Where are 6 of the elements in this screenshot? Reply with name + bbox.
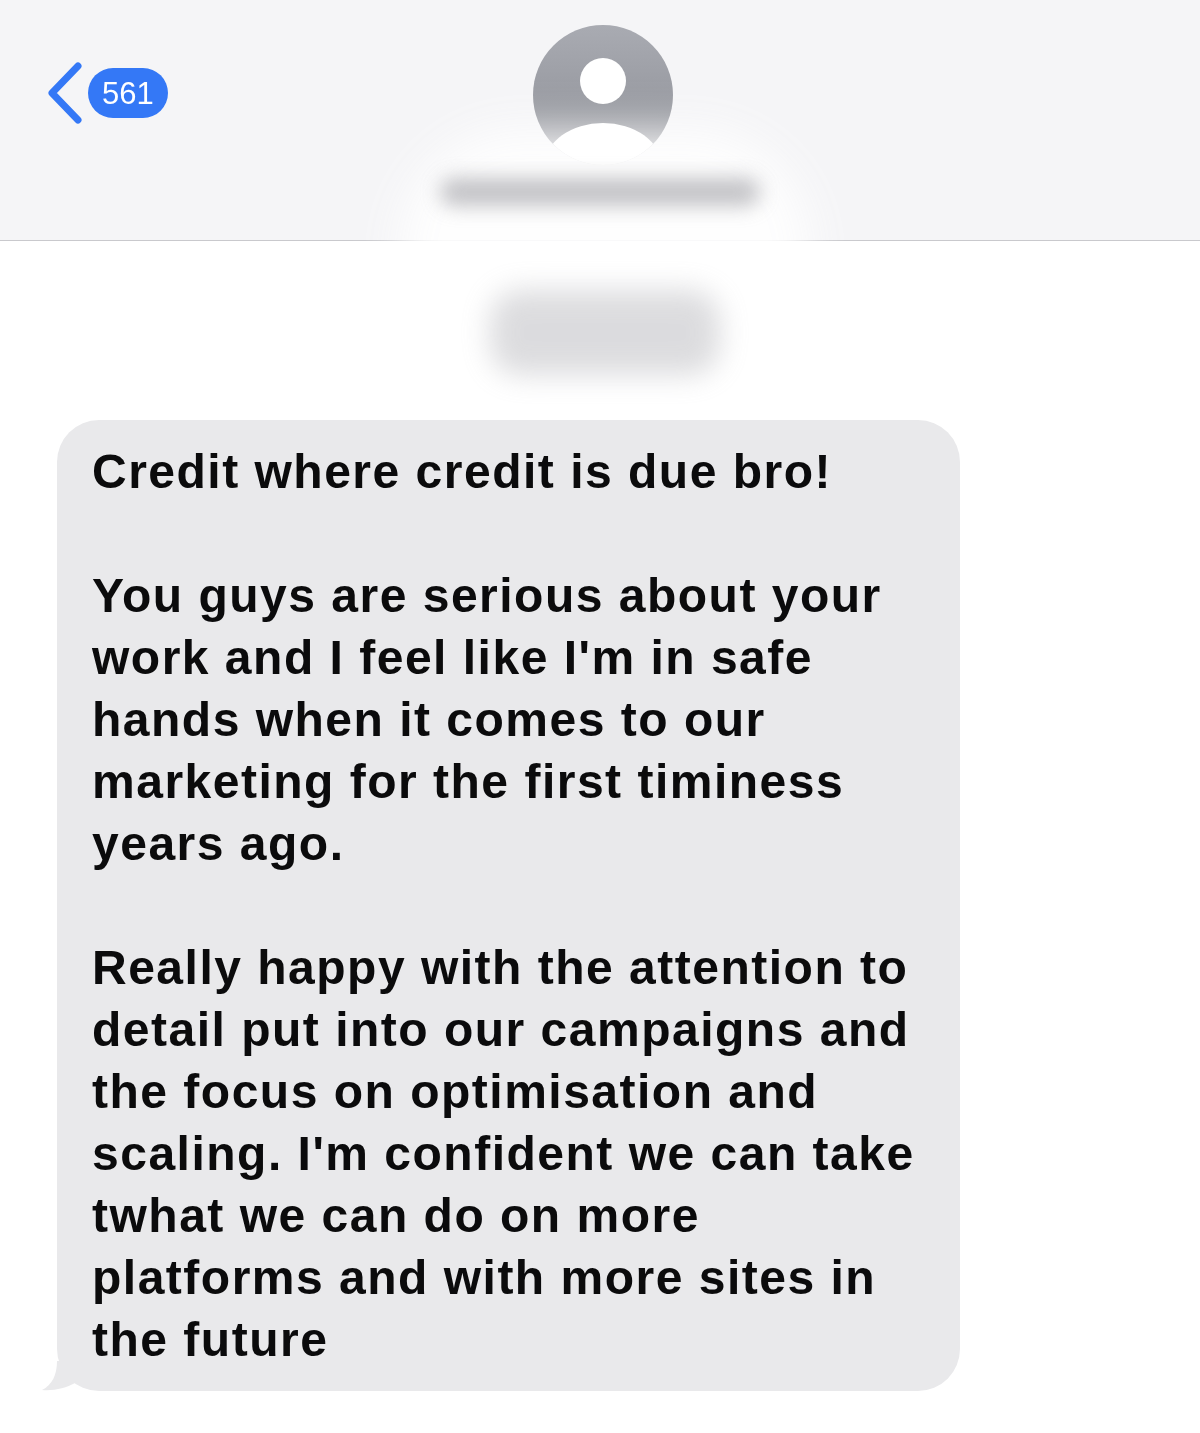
- chevron-left-icon: [46, 62, 84, 124]
- message-text: Really happy with the attention to detail put into our campaigns and the focus on optimisation and scaling. I'm confident we can take twhat we can do on more platforms and with more sites in the future: [92, 940, 916, 1368]
- message-text: You guys are serious about your work and I feel like I'm in safe hands when it comes to our marketing for the first timiness years ago.: [92, 568, 883, 872]
- message-text: Credit where credit is due bro!: [92, 444, 833, 500]
- back-button[interactable]: 561: [46, 62, 168, 124]
- unread-count-badge: 561: [88, 68, 168, 118]
